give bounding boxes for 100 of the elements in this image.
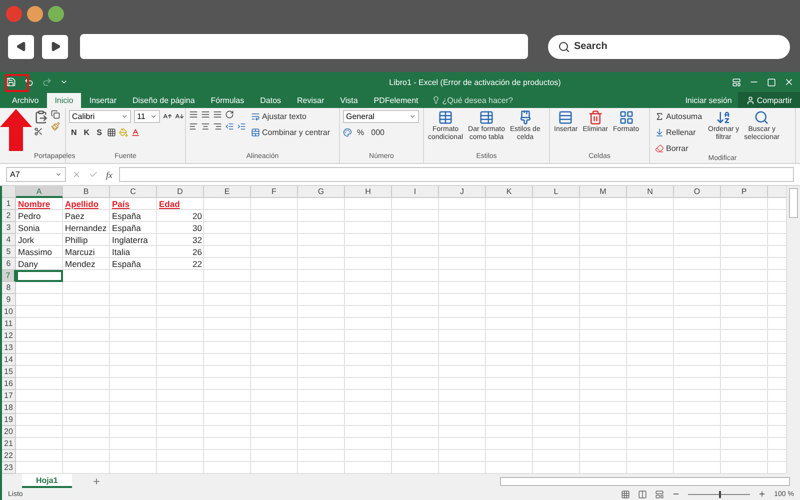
row-header[interactable]: 23 [2, 462, 16, 474]
table-cell[interactable]: Sonia [16, 222, 63, 234]
formula-field[interactable] [118, 167, 794, 182]
row-header[interactable]: 19 [2, 414, 16, 426]
row-header[interactable]: 1 [2, 198, 16, 210]
edit-button[interactable]: Borrar [653, 142, 704, 155]
sheet-tab[interactable]: Hoja1 [22, 474, 72, 488]
table-cell[interactable]: Paez [63, 210, 110, 222]
row-header[interactable]: 10 [2, 306, 16, 318]
ribbon-tab[interactable]: Archivo [4, 92, 47, 108]
thousands-button[interactable]: 000 [369, 126, 386, 139]
horizontal-scrollbar[interactable] [500, 476, 790, 486]
ribbon-tab[interactable]: Inicio [46, 93, 82, 108]
name-box[interactable]: A7 [6, 167, 66, 182]
table-cell[interactable]: Edad [157, 198, 204, 210]
undo-icon[interactable] [24, 77, 34, 87]
ribbon-tab[interactable]: Diseño de página [124, 92, 203, 108]
row-header[interactable]: 21 [2, 438, 16, 450]
row-header[interactable]: 6 [2, 258, 16, 270]
table-cell[interactable]: País [110, 198, 157, 210]
ribbon-tab[interactable]: Revisar [289, 92, 332, 108]
column-header[interactable]: P [721, 186, 768, 198]
table-cell[interactable]: España [110, 210, 157, 222]
share-button[interactable]: Compartir [738, 92, 800, 108]
table-cell[interactable]: 26 [157, 246, 204, 258]
row-header[interactable]: 20 [2, 426, 16, 438]
tell-me-field[interactable]: ¿Qué desea hacer? [442, 96, 513, 104]
font-style-button[interactable]: N [69, 126, 79, 139]
column-header[interactable]: C [110, 186, 157, 198]
row-header[interactable]: 9 [2, 294, 16, 306]
save-icon[interactable] [6, 77, 16, 87]
table-cell[interactable]: Marcuzi [63, 246, 110, 258]
vertical-scrollbar[interactable] [786, 186, 800, 474]
merge-center-button[interactable]: Combinar y centrar [249, 126, 332, 139]
insert-function-button[interactable]: fx [106, 170, 112, 180]
row-header[interactable]: 7 [2, 270, 16, 282]
row-header[interactable]: 16 [2, 378, 16, 390]
column-header[interactable]: I [392, 186, 439, 198]
table-cell[interactable]: Apellido [63, 198, 110, 210]
forward-button[interactable] [42, 34, 68, 58]
column-header[interactable]: J [439, 186, 486, 198]
font-name-field[interactable]: Calibri [69, 110, 131, 123]
table-cell[interactable]: 22 [157, 258, 204, 270]
zoom-thumb[interactable] [719, 490, 722, 498]
row-header[interactable]: 18 [2, 402, 16, 414]
ribbon-tab[interactable]: Insertar [81, 92, 124, 108]
row-header[interactable]: 13 [2, 342, 16, 354]
table-cell[interactable]: Phillip [63, 234, 110, 246]
row-header[interactable]: 4 [2, 234, 16, 246]
row-header[interactable]: 17 [2, 390, 16, 402]
table-cell[interactable]: Jork [16, 234, 63, 246]
table-cell[interactable]: España [110, 258, 157, 270]
ribbon-tab[interactable]: Vista [332, 92, 366, 108]
active-cell[interactable] [16, 270, 63, 282]
column-header[interactable]: O [674, 186, 721, 198]
column-header[interactable]: N [627, 186, 674, 198]
row-header[interactable]: 12 [2, 330, 16, 342]
column-header[interactable]: M [580, 186, 627, 198]
ribbon-display-icon[interactable] [732, 78, 741, 86]
row-header[interactable]: 14 [2, 354, 16, 366]
ribbon-tab[interactable]: Datos [252, 92, 290, 108]
table-cell[interactable]: Italia [110, 246, 157, 258]
column-header[interactable]: G [298, 186, 345, 198]
zoom-light[interactable] [48, 6, 64, 22]
row-header[interactable]: 8 [2, 282, 16, 294]
font-size-field[interactable]: 11 [134, 110, 160, 123]
ribbon-tab[interactable]: Fórmulas [202, 92, 252, 108]
table-cell[interactable]: España [110, 222, 157, 234]
column-header[interactable]: A [16, 186, 63, 198]
maximize-icon[interactable] [767, 78, 776, 86]
minimize-light[interactable] [27, 6, 43, 22]
column-header[interactable]: F [251, 186, 298, 198]
search-field[interactable]: Search [548, 34, 790, 58]
font-style-button[interactable]: K [82, 126, 92, 139]
edit-button[interactable]: Rellenar [653, 126, 704, 139]
table-cell[interactable]: Massimo [16, 246, 63, 258]
table-cell[interactable]: Mendez [63, 258, 110, 270]
table-cell[interactable]: Nombre [16, 198, 63, 210]
column-header[interactable]: E [204, 186, 251, 198]
edit-button[interactable]: Autosuma [653, 110, 704, 123]
row-header[interactable]: 15 [2, 366, 16, 378]
column-header[interactable]: L [533, 186, 580, 198]
close-icon[interactable] [784, 77, 794, 87]
table-cell[interactable]: Hernandez [63, 222, 110, 234]
row-header[interactable]: 22 [2, 450, 16, 462]
ribbon-tab[interactable]: PDFelement [366, 92, 426, 108]
column-header[interactable]: D [157, 186, 204, 198]
font-style-button[interactable]: S [94, 126, 104, 139]
column-header[interactable]: B [63, 186, 110, 198]
back-button[interactable] [8, 34, 34, 58]
table-cell[interactable]: 30 [157, 222, 204, 234]
table-cell[interactable]: 32 [157, 234, 204, 246]
row-header[interactable]: 11 [2, 318, 16, 330]
row-header[interactable]: 5 [2, 246, 16, 258]
table-cell[interactable]: Dany [16, 258, 63, 270]
sign-in-link[interactable]: Iniciar sesión [679, 92, 738, 108]
row-header[interactable]: 2 [2, 210, 16, 222]
wrap-text-button[interactable]: Ajustar texto [249, 110, 332, 123]
table-cell[interactable]: Inglaterra [110, 234, 157, 246]
table-cell[interactable]: 20 [157, 210, 204, 222]
